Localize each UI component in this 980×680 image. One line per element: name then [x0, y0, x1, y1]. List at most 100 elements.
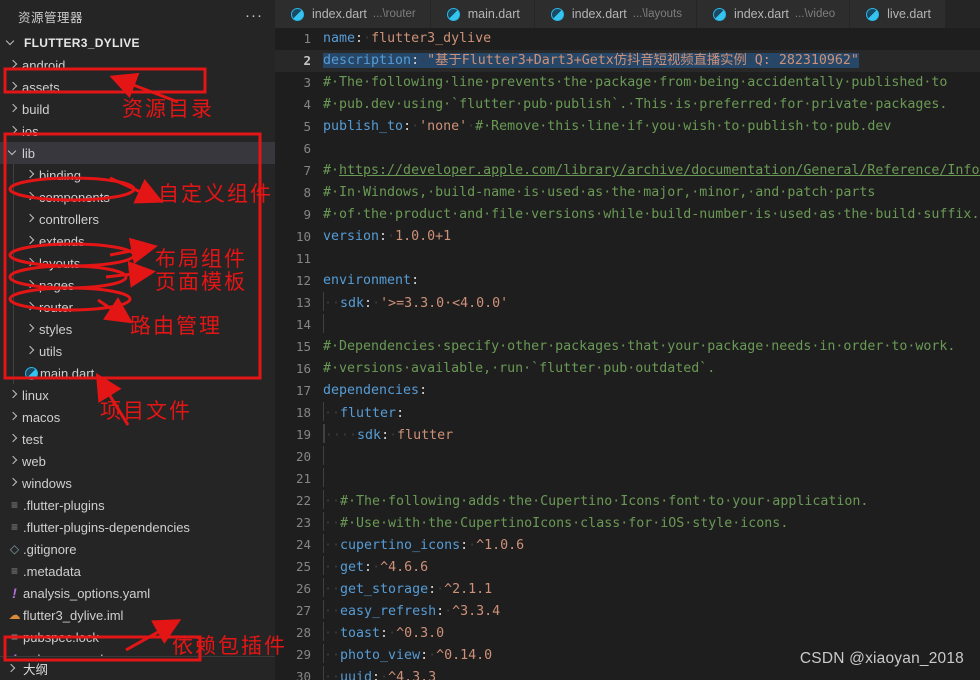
- code-line[interactable]: 3 #·The·following·line·prevents·the·packa…: [275, 72, 980, 94]
- tree-item--metadata[interactable]: ≡ .metadata: [0, 560, 275, 582]
- code-line[interactable]: 30 ··uuid:·^4.3.3: [275, 665, 980, 680]
- chevron-right-icon[interactable]: [6, 453, 22, 469]
- tree-item-label: analysis_options.yaml: [23, 585, 151, 601]
- editor-tab-4[interactable]: live.dart: [850, 0, 946, 28]
- code-line[interactable]: 11: [275, 248, 980, 270]
- chevron-right-icon[interactable]: [23, 343, 39, 359]
- file-icon-slot: ≡: [6, 564, 23, 578]
- code-line[interactable]: 19 ····sdk:·flutter: [275, 423, 980, 446]
- tree-item--flutter-plugins[interactable]: ≡ .flutter-plugins: [0, 494, 275, 516]
- tree-item-test[interactable]: test: [0, 428, 275, 450]
- tree-item-android[interactable]: android: [0, 54, 275, 76]
- explorer-title: 资源管理器: [18, 10, 84, 25]
- chevron-right-icon[interactable]: [6, 387, 22, 403]
- code-line[interactable]: 28 ··toast:·^0.3.0: [275, 621, 980, 644]
- chevron-right-icon[interactable]: [6, 57, 22, 73]
- editor-tabbar[interactable]: index.dart ...\router main.dart index.dart.…: [275, 0, 980, 28]
- tab-filename: index.dart: [733, 7, 789, 21]
- chevron-right-icon[interactable]: [6, 431, 22, 447]
- code-line[interactable]: 16 #·versions·available,·run·`flutter·pub…: [275, 358, 980, 380]
- code-editor[interactable]: 1 name:·flutter3_dylive 2 description:·"基于F…: [275, 28, 980, 680]
- code-line[interactable]: 14: [275, 313, 980, 336]
- tree-item-lib[interactable]: lib: [0, 142, 275, 164]
- tree-item--gitignore[interactable]: ◇ .gitignore: [0, 538, 275, 560]
- indent-guide: [13, 340, 14, 362]
- chevron-right-icon[interactable]: [23, 255, 39, 271]
- chevron-right-icon[interactable]: [4, 661, 20, 677]
- code-line[interactable]: 13 ··sdk:·'>=3.3.0·<4.0.0': [275, 291, 980, 314]
- code-line[interactable]: 12 environment:: [275, 270, 980, 292]
- code-line[interactable]: 26 ··get_storage:·^2.1.1: [275, 577, 980, 600]
- chevron-right-icon[interactable]: [23, 321, 39, 337]
- tab-filepath: ...\router: [372, 8, 416, 20]
- tree-item-label: .gitignore: [23, 541, 77, 557]
- chevron-right-icon[interactable]: [23, 299, 39, 315]
- tree-item-flutter3-dylive-iml[interactable]: ☁ flutter3_dylive.iml: [0, 604, 275, 626]
- code-token: ··: [324, 493, 341, 509]
- tree-item-utils[interactable]: utils: [0, 340, 275, 362]
- code-line-text: ··cupertino_icons:·^1.0.6: [322, 533, 980, 557]
- code-line-text: #·https://developer.apple.com/library/ar…: [322, 160, 980, 182]
- editor-tab-0[interactable]: index.dart ...\router: [275, 0, 431, 28]
- code-token: ·: [380, 669, 389, 680]
- tab-filename: live.dart: [887, 7, 931, 21]
- code-line[interactable]: 27 ··easy_refresh:·^3.3.4: [275, 599, 980, 622]
- code-line[interactable]: 23 ··#·Use·with·the·CupertinoIcons·class·…: [275, 511, 980, 534]
- code-line[interactable]: 24 ··cupertino_icons:·^1.0.6: [275, 533, 980, 557]
- editor-tab-3[interactable]: index.dart ...\video: [696, 0, 851, 28]
- chevron-right-icon[interactable]: [23, 167, 39, 183]
- code-line[interactable]: 20: [275, 445, 980, 469]
- chevron-right-icon[interactable]: [6, 475, 22, 491]
- text-file-icon: ≡: [10, 630, 18, 644]
- code-line[interactable]: 8 #·In·Windows,·build-name·is·used·as·the…: [275, 182, 980, 204]
- code-token: flutter3_dylive: [371, 31, 492, 46]
- tree-item-main-dart[interactable]: main.dart: [0, 362, 275, 384]
- chevron-right-icon[interactable]: [6, 123, 22, 139]
- line-number: 25: [295, 559, 311, 574]
- code-token: ·: [444, 603, 453, 619]
- line-number: 23: [295, 515, 311, 530]
- code-line[interactable]: 2 description:·"基于Flutter3+Dart3+Getx仿抖音短…: [275, 50, 980, 72]
- tree-item-windows[interactable]: windows: [0, 472, 275, 494]
- chevron-right-icon[interactable]: [6, 101, 22, 117]
- code-line[interactable]: 18 ··flutter:: [275, 401, 980, 424]
- project-root-row[interactable]: FLUTTER3_DYLIVE: [0, 32, 275, 54]
- chevron-right-icon[interactable]: [6, 79, 22, 95]
- code-line[interactable]: 10 version:·1.0.0+1: [275, 226, 980, 248]
- code-line[interactable]: 22 ··#·The·following·adds·the·Cupertino·I…: [275, 489, 980, 512]
- code-line[interactable]: 6: [275, 138, 980, 160]
- chevron-right-icon[interactable]: [23, 233, 39, 249]
- chevron-right-icon[interactable]: [6, 409, 22, 425]
- code-line[interactable]: 15 #·Dependencies·specify·other·packages·…: [275, 336, 980, 358]
- tree-item-analysis-options-yaml[interactable]: ! analysis_options.yaml: [0, 582, 275, 604]
- line-number: 27: [295, 603, 311, 618]
- code-content[interactable]: 1 name:·flutter3_dylive 2 description:·"基于F…: [275, 28, 980, 680]
- code-line-text: [322, 445, 980, 469]
- tree-item--flutter-plugins-dependencies[interactable]: ≡ .flutter-plugins-dependencies: [0, 516, 275, 538]
- code-line[interactable]: 25 ··get:·^4.6.6: [275, 555, 980, 578]
- more-actions-icon[interactable]: ···: [245, 8, 263, 23]
- code-line[interactable]: 1 name:·flutter3_dylive: [275, 28, 980, 50]
- line-number: 8: [303, 185, 311, 200]
- code-line[interactable]: 4 #·pub.dev·using·`flutter·pub·publish`.·…: [275, 94, 980, 116]
- code-token: :: [364, 295, 373, 311]
- tree-item-controllers[interactable]: controllers: [0, 208, 275, 230]
- editor-tab-1[interactable]: main.dart: [430, 0, 535, 28]
- chevron-down-icon[interactable]: [6, 145, 22, 161]
- code-token: :: [355, 31, 364, 46]
- code-line[interactable]: 17 dependencies:: [275, 380, 980, 402]
- code-line[interactable]: 7 #·https://developer.apple.com/library/a…: [275, 160, 980, 182]
- chevron-right-icon[interactable]: [23, 277, 39, 293]
- chevron-down-icon[interactable]: [4, 35, 20, 51]
- code-line[interactable]: 5 publish_to:·'none'·#·Remove·this·line·i…: [275, 116, 980, 138]
- code-line[interactable]: 9 #·of·the·product·and·file·versions·whil…: [275, 204, 980, 226]
- code-token: ·: [411, 119, 420, 134]
- chevron-right-icon[interactable]: [23, 211, 39, 227]
- editor-tab-2[interactable]: index.dart ...\layouts: [534, 0, 697, 28]
- code-line[interactable]: 21: [275, 467, 980, 490]
- file-tree[interactable]: android assets build ios lib binding component…: [0, 54, 275, 656]
- tree-item-ios[interactable]: ios: [0, 120, 275, 142]
- chevron-right-icon[interactable]: [23, 189, 39, 205]
- tree-item-web[interactable]: web: [0, 450, 275, 472]
- line-number: 3: [303, 75, 311, 90]
